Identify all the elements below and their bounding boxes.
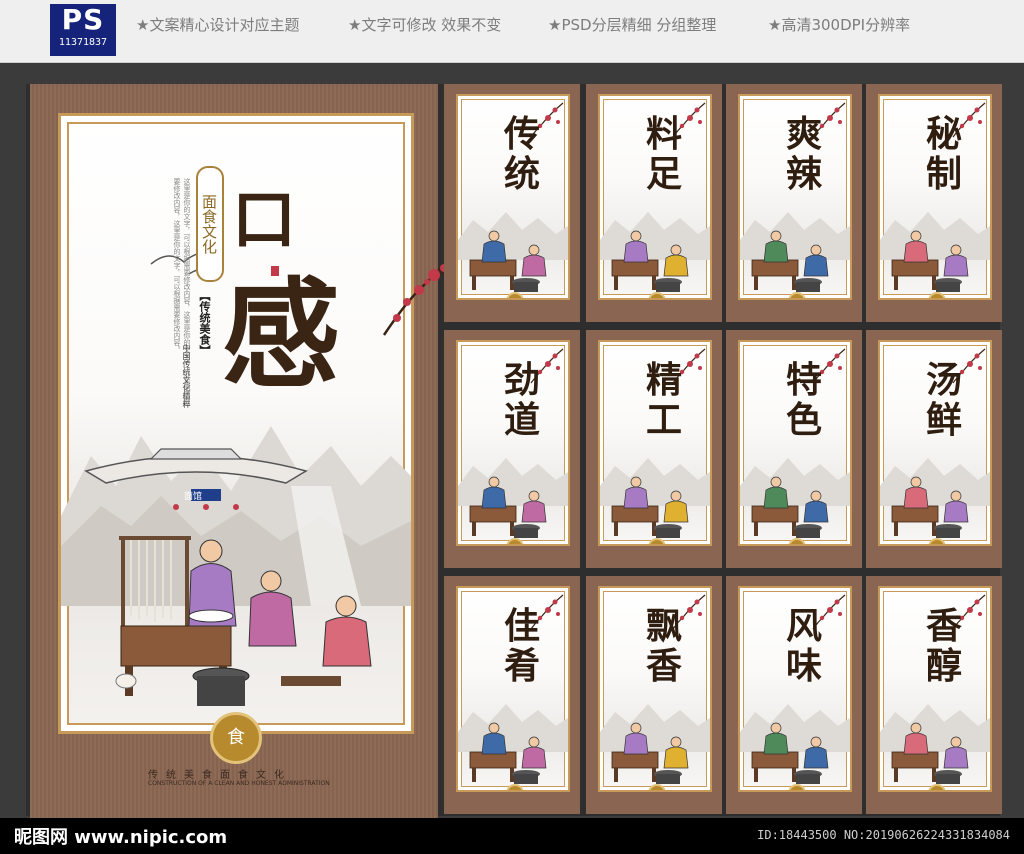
poster-title-2: 味: [786, 645, 823, 687]
poster-caption: 传统美食面食文化: [148, 770, 292, 781]
poster-card: 汤鲜: [866, 330, 1002, 568]
poster-title-1: 劲: [504, 359, 541, 401]
feature-4: ★高清300DPI分辨率: [768, 16, 911, 34]
feature-2: ★文字可修改 效果不变: [348, 16, 502, 34]
poster-title-1: 风: [786, 605, 823, 647]
poster-card: 劲道: [444, 330, 580, 568]
poster-card: 精工: [586, 330, 722, 568]
poster-title-2: 道: [504, 399, 541, 441]
category-label: 【传统美食】: [198, 290, 211, 356]
poster-title-1: 香: [926, 605, 963, 647]
shop-sign: 面馆: [184, 492, 203, 502]
cooks-illustration: [891, 230, 969, 292]
poster-title-2: 制: [926, 153, 963, 195]
cooks-illustration: [891, 722, 969, 784]
poster-card: 秘制: [866, 84, 1002, 322]
footer-bar: 昵图网 www.nipic.com ID:18443500 NO:2019062…: [0, 818, 1024, 854]
poster-card: 传统: [444, 84, 580, 322]
poster-card: 佳肴: [444, 576, 580, 814]
poster-title-2: 辣: [786, 153, 823, 195]
poster-card: 风味: [726, 576, 862, 814]
cooks-illustration: [469, 476, 547, 538]
cooks-illustration: [751, 476, 829, 538]
body-text: 这里是你的文字，可以根据需要修改内容，这里是你的文字，可以根据需要修改内容，这里…: [173, 178, 191, 402]
feature-3: ★PSD分层精细 分组整理: [548, 16, 717, 34]
poster-title-2: 醇: [926, 645, 963, 687]
poster-panel: 料足: [598, 94, 712, 300]
poster-title-2: 肴: [504, 645, 541, 687]
poster-title-2: 统: [504, 153, 541, 195]
poster-panel: 香醇: [878, 586, 992, 792]
image-id: ID:18443500 NO:20190626224331834084: [757, 828, 1010, 842]
poster-title-2: 工: [646, 399, 683, 441]
cooks-illustration: [469, 722, 547, 784]
poster-title-1: 精: [646, 359, 683, 401]
site-watermark: 昵图网 www.nipic.com: [14, 827, 228, 848]
feature-1: ★文案精心设计对应主题: [136, 16, 300, 34]
poster-card: 香醇: [866, 576, 1002, 814]
bottom-seal: 食: [210, 712, 262, 764]
cooks-illustration: [469, 230, 547, 292]
poster-card: 特色: [726, 330, 862, 568]
poster-title-1: 飘: [646, 605, 683, 647]
ps-badge: PS 11371837: [50, 4, 116, 56]
poster-title-1: 爽: [786, 113, 823, 155]
poster-panel: 飘香: [598, 586, 712, 792]
main-title-bottom: 感: [222, 265, 341, 404]
poster-title-1: 佳: [504, 605, 541, 647]
poster-title-1: 特: [786, 359, 823, 401]
cooks-illustration: [611, 230, 689, 292]
poster-panel: 秘制: [878, 94, 992, 300]
poster-panel: 风味: [738, 586, 852, 792]
poster-panel: 特色: [738, 340, 852, 546]
cooks-illustration: [751, 722, 829, 784]
poster-panel: 劲道: [456, 340, 570, 546]
ps-id: 11371837: [58, 37, 108, 48]
poster-card: 飘香: [586, 576, 722, 814]
top-banner: PS 11371837 ★文案精心设计对应主题 ★文字可修改 效果不变 ★PSD…: [0, 0, 1024, 63]
poster-title-2: 色: [786, 399, 823, 441]
poster-panel: 汤鲜: [878, 340, 992, 546]
cooks-illustration: [611, 476, 689, 538]
poster-title-2: 香: [646, 645, 683, 687]
poster-title-1: 传: [504, 113, 541, 155]
poster-title-1: 汤: [926, 359, 963, 401]
poster-title-1: 料: [646, 113, 683, 155]
poster-panel: 传统: [456, 94, 570, 300]
cooks-illustration: [751, 230, 829, 292]
noodle-cooks-illustration: [115, 536, 372, 706]
poster-panel: 佳肴: [456, 586, 570, 792]
cooks-illustration: [611, 722, 689, 784]
seal-text: 面食文化: [196, 166, 224, 282]
main-title-top: 口: [232, 183, 296, 258]
poster-title-1: 秘: [926, 113, 963, 155]
poster-card: 料足: [586, 84, 722, 322]
ps-label: PS: [61, 3, 105, 36]
poster-card: 爽辣: [726, 84, 862, 322]
poster-title-2: 鲜: [926, 399, 963, 441]
poster-caption-en: CONSTRUCTION OF A CLEAN AND HONEST ADMIN…: [148, 780, 330, 787]
poster-panel: 精工: [598, 340, 712, 546]
poster-panel: 爽辣: [738, 94, 852, 300]
cooks-illustration: [891, 476, 969, 538]
poster-title-2: 足: [646, 153, 683, 195]
